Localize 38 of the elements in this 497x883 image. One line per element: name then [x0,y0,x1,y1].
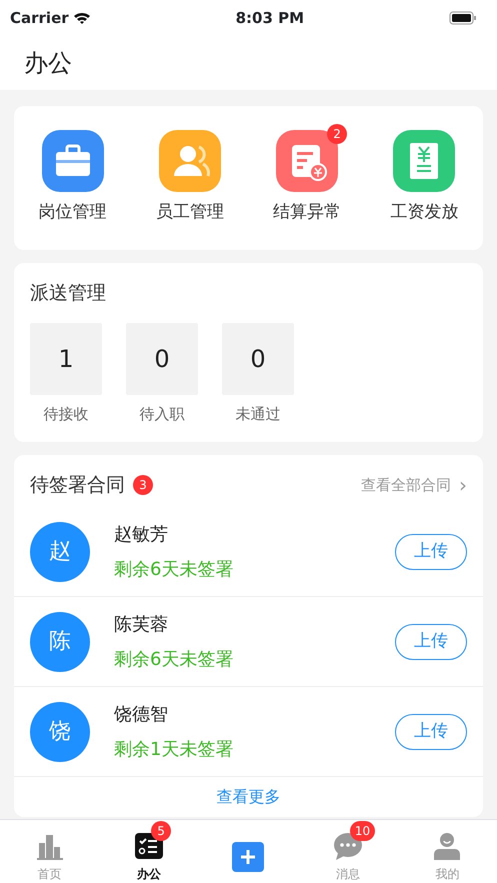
section-title: 派送管理 [30,280,107,306]
shortcut-label[interactable]: 岗位管理 [38,200,107,226]
shortcut-label[interactable]: 工资发放 [390,200,458,226]
page-title: 办公 [24,48,72,79]
wifi-icon [72,11,91,25]
carrier-text: Carrier [10,8,69,29]
contact-name: 陈芙蓉 [114,612,169,636]
remaining-days-text: 剩余1天未签署 [114,738,234,762]
remaining-days-text: 剩余6天未签署 [114,558,234,582]
stat-value[interactable]: 0 [126,323,198,395]
tab-bar-item[interactable]: 办公 5 [117,820,182,882]
notification-badge: 10 [350,820,376,840]
stat-value[interactable]: 1 [30,323,102,395]
battery-icon [449,11,477,25]
stat-label: 未通过 [236,404,280,425]
people-icon[interactable] [158,130,221,192]
briefcase-icon[interactable] [42,130,104,192]
chevron-icon: › [459,474,467,495]
notification-badge: 2 [327,124,348,144]
stat-value[interactable]: 0 [222,323,294,395]
bill-icon[interactable] [276,130,338,192]
contact-name: 饶德智 [114,702,169,726]
avatar: 赵 [30,522,90,582]
avatar: 饶 [30,702,90,762]
section-title: 待签署合同 [30,472,125,498]
shortcut-label[interactable]: 员工管理 [156,200,224,226]
status-time: 8:03 PM [236,8,304,29]
salary-document-icon[interactable] [393,130,456,192]
stat-label: 待入职 [140,404,184,425]
notification-badge: 5 [151,820,172,840]
tab-bar-item[interactable]: 消息 10 [316,820,380,882]
shortcut-label[interactable]: 结算异常 [273,200,342,226]
add-icon [232,842,264,872]
avatar: 陈 [30,612,90,672]
contact-name: 赵敏芳 [114,522,169,546]
stat-label: 待接收 [44,404,88,425]
remaining-days-text: 剩余6天未签署 [114,648,234,672]
notification-badge: 3 [133,474,153,495]
